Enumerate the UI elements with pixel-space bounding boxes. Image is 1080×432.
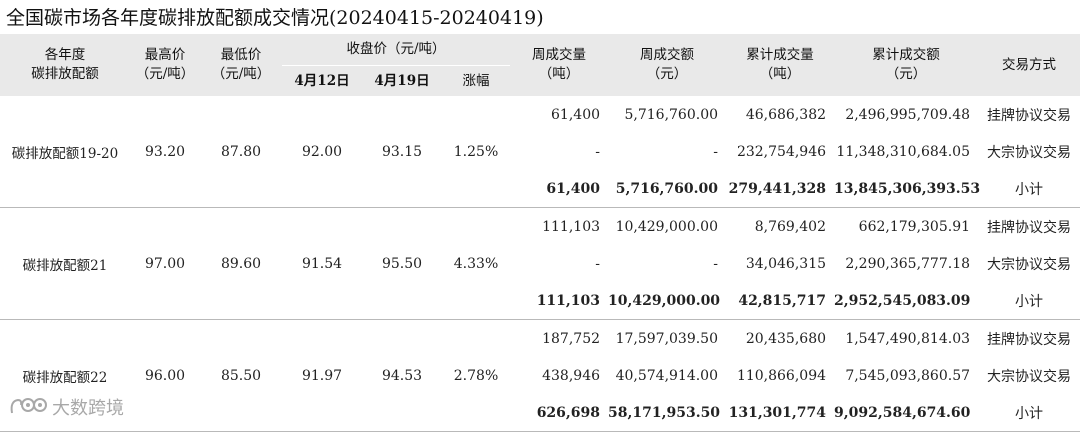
week-volume-cell: 111,103 <box>542 218 601 235</box>
change-cell: 4.33% <box>442 207 511 320</box>
change-cell: 1.25% <box>442 96 511 208</box>
week-amount-cell: 5,716,760.00 <box>624 106 719 123</box>
header-change: 涨幅 <box>442 65 511 96</box>
header-week-vol: 周成交量 （吨） <box>510 34 609 96</box>
cum-amount-cell: 662,179,305.91 <box>858 218 971 235</box>
week-amount-cell: 17,597,039.50 <box>615 330 719 347</box>
cum-amount-cell: 7,545,093,860.57 <box>845 367 971 384</box>
high-price-cell: 93.20 <box>130 96 200 208</box>
header-cum-amt: 累计成交额 （元） <box>834 34 979 96</box>
cum-volume-cell: 34,046,315 <box>745 255 827 272</box>
cum-volume-cell: 131,301,774 <box>726 394 835 432</box>
cum-volume-cell: 46,686,382 <box>745 106 827 123</box>
week-volume-cell: 438,946 <box>542 367 601 384</box>
low-price-cell: 89.60 <box>200 207 282 320</box>
table-row: 碳排放配额21 97.00 89.60 91.54 95.50 4.33% 111,103 1… <box>0 207 1080 320</box>
week-volume-cell: 111,103 <box>510 282 609 320</box>
close-prev-cell: 92.00 <box>282 96 362 208</box>
week-volume-cell: - <box>595 143 601 160</box>
low-price-cell: 87.80 <box>200 96 282 208</box>
header-close: 收盘价（元/吨） <box>282 34 511 66</box>
close-curr-cell: 93.15 <box>362 96 442 208</box>
high-price-cell: 96.00 <box>130 319 200 432</box>
cum-amount-cell: 9,092,584,674.60 <box>834 394 979 432</box>
week-volume-cell: 61,400 <box>510 170 609 208</box>
table-header: 各年度 碳排放配额 最高价 （元/吨） 最低价 （元/吨） 收盘价（元/吨） 周成交量… <box>0 34 1080 96</box>
method-cell: 小计 <box>978 394 1080 432</box>
week-amount-cell: - <box>713 255 719 272</box>
week-amount-cell: 5,716,760.00 <box>608 170 727 208</box>
close-prev-cell: 91.54 <box>282 207 362 320</box>
week-volume-cell: 61,400 <box>551 106 601 123</box>
week-amount-cell: 10,429,000.00 <box>615 218 719 235</box>
close-prev-cell: 91.97 <box>282 319 362 432</box>
header-product: 各年度 碳排放配额 <box>0 34 130 96</box>
header-week-amt: 周成交额 （元） <box>608 34 727 96</box>
carbon-trading-table: 各年度 碳排放配额 最高价 （元/吨） 最低价 （元/吨） 收盘价（元/吨） 周成交量… <box>0 34 1080 432</box>
header-method: 交易方式 <box>978 34 1080 96</box>
week-amount-cell: 10,429,000.00 <box>608 282 727 320</box>
cum-amount-cell: 11,348,310,684.05 <box>836 143 971 160</box>
cum-amount-cell: 2,952,545,083.09 <box>834 282 979 320</box>
week-amount-cell: 58,171,953.50 <box>608 394 727 432</box>
cum-amount-cell: 13,845,306,393.53 <box>834 170 980 208</box>
week-volume-cell: 187,752 <box>542 330 601 347</box>
week-volume-cell: 626,698 <box>510 394 609 432</box>
high-price-cell: 97.00 <box>130 207 200 320</box>
method-cell: 挂牌协议交易 <box>987 331 1072 348</box>
watermark-text: 大数跨境 <box>52 398 124 419</box>
cum-amount-cell: 2,290,365,777.18 <box>845 255 971 272</box>
watermark: 大数跨境 <box>8 394 124 420</box>
low-price-cell: 85.50 <box>200 319 282 432</box>
method-cell: 小计 <box>978 282 1080 320</box>
cum-amount-cell: 1,547,490,814.03 <box>845 330 971 347</box>
cum-volume-cell: 42,815,717 <box>726 282 835 320</box>
cum-volume-cell: 8,769,402 <box>754 218 827 235</box>
header-close-prev: 4月12日 <box>282 65 362 96</box>
close-curr-cell: 94.53 <box>362 319 442 432</box>
table-row: 碳排放配额19-20 93.20 87.80 92.00 93.15 1.25% 61,40… <box>0 96 1080 208</box>
table-row: 碳排放配额22 96.00 85.50 91.97 94.53 2.78% 187,752 1… <box>0 319 1080 432</box>
logo-icon <box>8 395 48 419</box>
close-curr-cell: 95.50 <box>362 207 442 320</box>
product-name-cell: 碳排放配额21 <box>0 207 130 320</box>
header-close-curr: 4月19日 <box>362 65 442 96</box>
cum-amount-cell: 2,496,995,709.48 <box>845 106 971 123</box>
change-cell: 2.78% <box>442 319 511 432</box>
method-cell: 挂牌协议交易 <box>987 107 1072 124</box>
cum-volume-cell: 232,754,946 <box>736 143 827 160</box>
method-cell: 小计 <box>978 170 1080 208</box>
method-cell: 大宗协议交易 <box>987 256 1072 273</box>
header-low: 最低价 （元/吨） <box>200 34 282 96</box>
method-cell: 挂牌协议交易 <box>987 219 1072 236</box>
week-volume-cell: - <box>595 255 601 272</box>
header-cum-vol: 累计成交量 （吨） <box>726 34 835 96</box>
week-amount-cell: - <box>713 143 719 160</box>
table-body: 碳排放配额19-20 93.20 87.80 92.00 93.15 1.25% 61,40… <box>0 96 1080 432</box>
header-high: 最高价 （元/吨） <box>130 34 200 96</box>
page-title: 全国碳市场各年度碳排放配额成交情况(20240415-20240419) <box>6 7 544 29</box>
week-amount-cell: 40,574,914.00 <box>615 367 719 384</box>
method-cell: 大宗协议交易 <box>987 144 1072 161</box>
method-cell: 大宗协议交易 <box>987 368 1072 385</box>
cum-volume-cell: 110,866,094 <box>736 367 827 384</box>
cum-volume-cell: 20,435,680 <box>745 330 827 347</box>
product-name-cell: 碳排放配额19-20 <box>0 96 130 208</box>
cum-volume-cell: 279,441,328 <box>726 170 835 208</box>
